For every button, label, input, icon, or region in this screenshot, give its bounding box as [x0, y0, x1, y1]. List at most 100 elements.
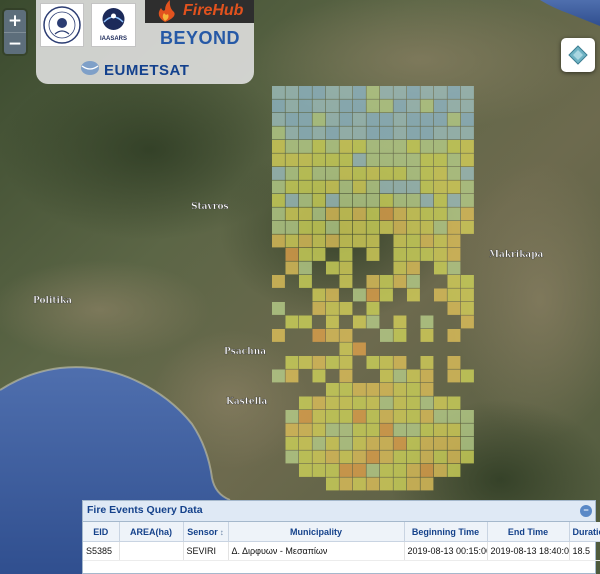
heat-cell [339, 477, 353, 491]
heat-cell [272, 369, 285, 383]
column-header-beginning-time[interactable]: Beginning Time [404, 522, 488, 542]
heat-cell [272, 329, 285, 342]
heat-cell [380, 356, 393, 369]
heat-cell [407, 180, 420, 194]
heat-cell [272, 207, 285, 221]
heat-cell [299, 423, 312, 437]
heat-cell [272, 221, 285, 234]
heat-cell [407, 369, 420, 383]
satellite-map[interactable]: Stavros Makrikapa Politika Psachna Kaste… [0, 0, 600, 574]
heat-cell [420, 464, 434, 477]
heat-cell [434, 221, 447, 234]
heat-cell [353, 126, 366, 140]
heat-cell [326, 86, 339, 99]
heat-cell [326, 153, 339, 167]
heat-cell [285, 180, 299, 194]
heat-cell [285, 261, 299, 275]
heat-cell [299, 450, 312, 464]
heat-cell [461, 194, 474, 207]
heat-cell [285, 153, 299, 167]
heat-cell [312, 126, 326, 140]
heat-cell [272, 167, 285, 180]
heat-cell [407, 167, 420, 180]
heat-cell [407, 450, 420, 464]
heat-cell [339, 207, 353, 221]
heat-cell [434, 113, 447, 126]
heat-cell [434, 261, 447, 275]
heat-cell [420, 180, 434, 194]
heat-cell [434, 86, 447, 99]
heat-cell [326, 464, 339, 477]
sort-indicator-icon: ↕ [219, 527, 224, 537]
column-header-area-ha-[interactable]: AREA(ha) [119, 522, 184, 542]
heat-cell [407, 234, 420, 248]
heat-cell [272, 140, 285, 153]
beyond-logo: BEYOND [160, 28, 241, 48]
heat-cell [393, 383, 407, 396]
heat-cell [285, 450, 299, 464]
heat-cell [366, 356, 380, 369]
heat-cell [326, 383, 339, 396]
table-row[interactable]: S5385 SEVIRI Δ. Διρφυων - Μεσαπίων 2019-08-… [83, 541, 600, 561]
heat-cell [312, 194, 326, 207]
heat-cell [380, 477, 393, 491]
heat-cell [461, 302, 474, 315]
column-header-sensor[interactable]: Sensor ↕ [183, 522, 229, 542]
heat-cell [393, 207, 407, 221]
heat-cell [434, 126, 447, 140]
heat-cell [285, 126, 299, 140]
heat-cell [339, 342, 353, 356]
heat-cell [420, 126, 434, 140]
heat-cell [434, 180, 447, 194]
fire-events-panel: Fire Events Query Data − EID AREA(ha) Sens… [82, 500, 600, 574]
heat-cell [353, 396, 366, 410]
heat-cell [447, 423, 461, 437]
heat-cell [420, 140, 434, 153]
heat-cell [447, 194, 461, 207]
heat-cell [393, 410, 407, 423]
heat-cell [407, 396, 420, 410]
heat-cell [447, 99, 461, 113]
heat-cell [339, 329, 353, 342]
heat-cell [272, 99, 285, 113]
heat-cell [326, 221, 339, 234]
column-header-end-time[interactable]: End Time [487, 522, 570, 542]
heat-cell [407, 261, 420, 275]
zoom-in-button[interactable]: + [4, 10, 26, 32]
heat-cell [461, 315, 474, 329]
heat-cell [299, 261, 312, 275]
firehub-logo: FireHub [145, 0, 254, 23]
heat-cell [326, 261, 339, 275]
column-header-municipality[interactable]: Municipality [228, 522, 405, 542]
heat-cell [420, 86, 434, 99]
heat-cell [339, 437, 353, 450]
column-header-eid[interactable]: EID [83, 522, 120, 542]
heat-cell [366, 194, 380, 207]
heat-cell [366, 221, 380, 234]
table-header-row: EID AREA(ha) Sensor ↕ Municipality Beginning … [83, 522, 600, 542]
zoom-out-button[interactable]: − [4, 32, 26, 54]
layer-switcher-button[interactable] [561, 38, 595, 72]
heat-cell [285, 99, 299, 113]
heat-cell [285, 356, 299, 369]
column-header-duration[interactable]: Duration [569, 522, 600, 542]
heat-cell [312, 356, 326, 369]
heat-cell [407, 423, 420, 437]
heat-cell [420, 194, 434, 207]
heat-cell [312, 437, 326, 450]
heat-cell [393, 140, 407, 153]
heat-cell [299, 113, 312, 126]
heat-cell [353, 140, 366, 153]
place-label-stavros: Stavros [191, 202, 229, 212]
heat-cell [407, 464, 420, 477]
partner-logos-panel: IAASARS FireHub BEYOND EUMETSAT [36, 0, 254, 84]
heat-cell [434, 423, 447, 437]
heat-cell [299, 248, 312, 261]
heat-cell [420, 167, 434, 180]
heat-cell [461, 153, 474, 167]
collapse-icon[interactable]: − [580, 505, 592, 517]
heat-cell [420, 113, 434, 126]
heat-cell [420, 248, 434, 261]
heat-cell [393, 261, 407, 275]
heat-cell [353, 477, 366, 491]
